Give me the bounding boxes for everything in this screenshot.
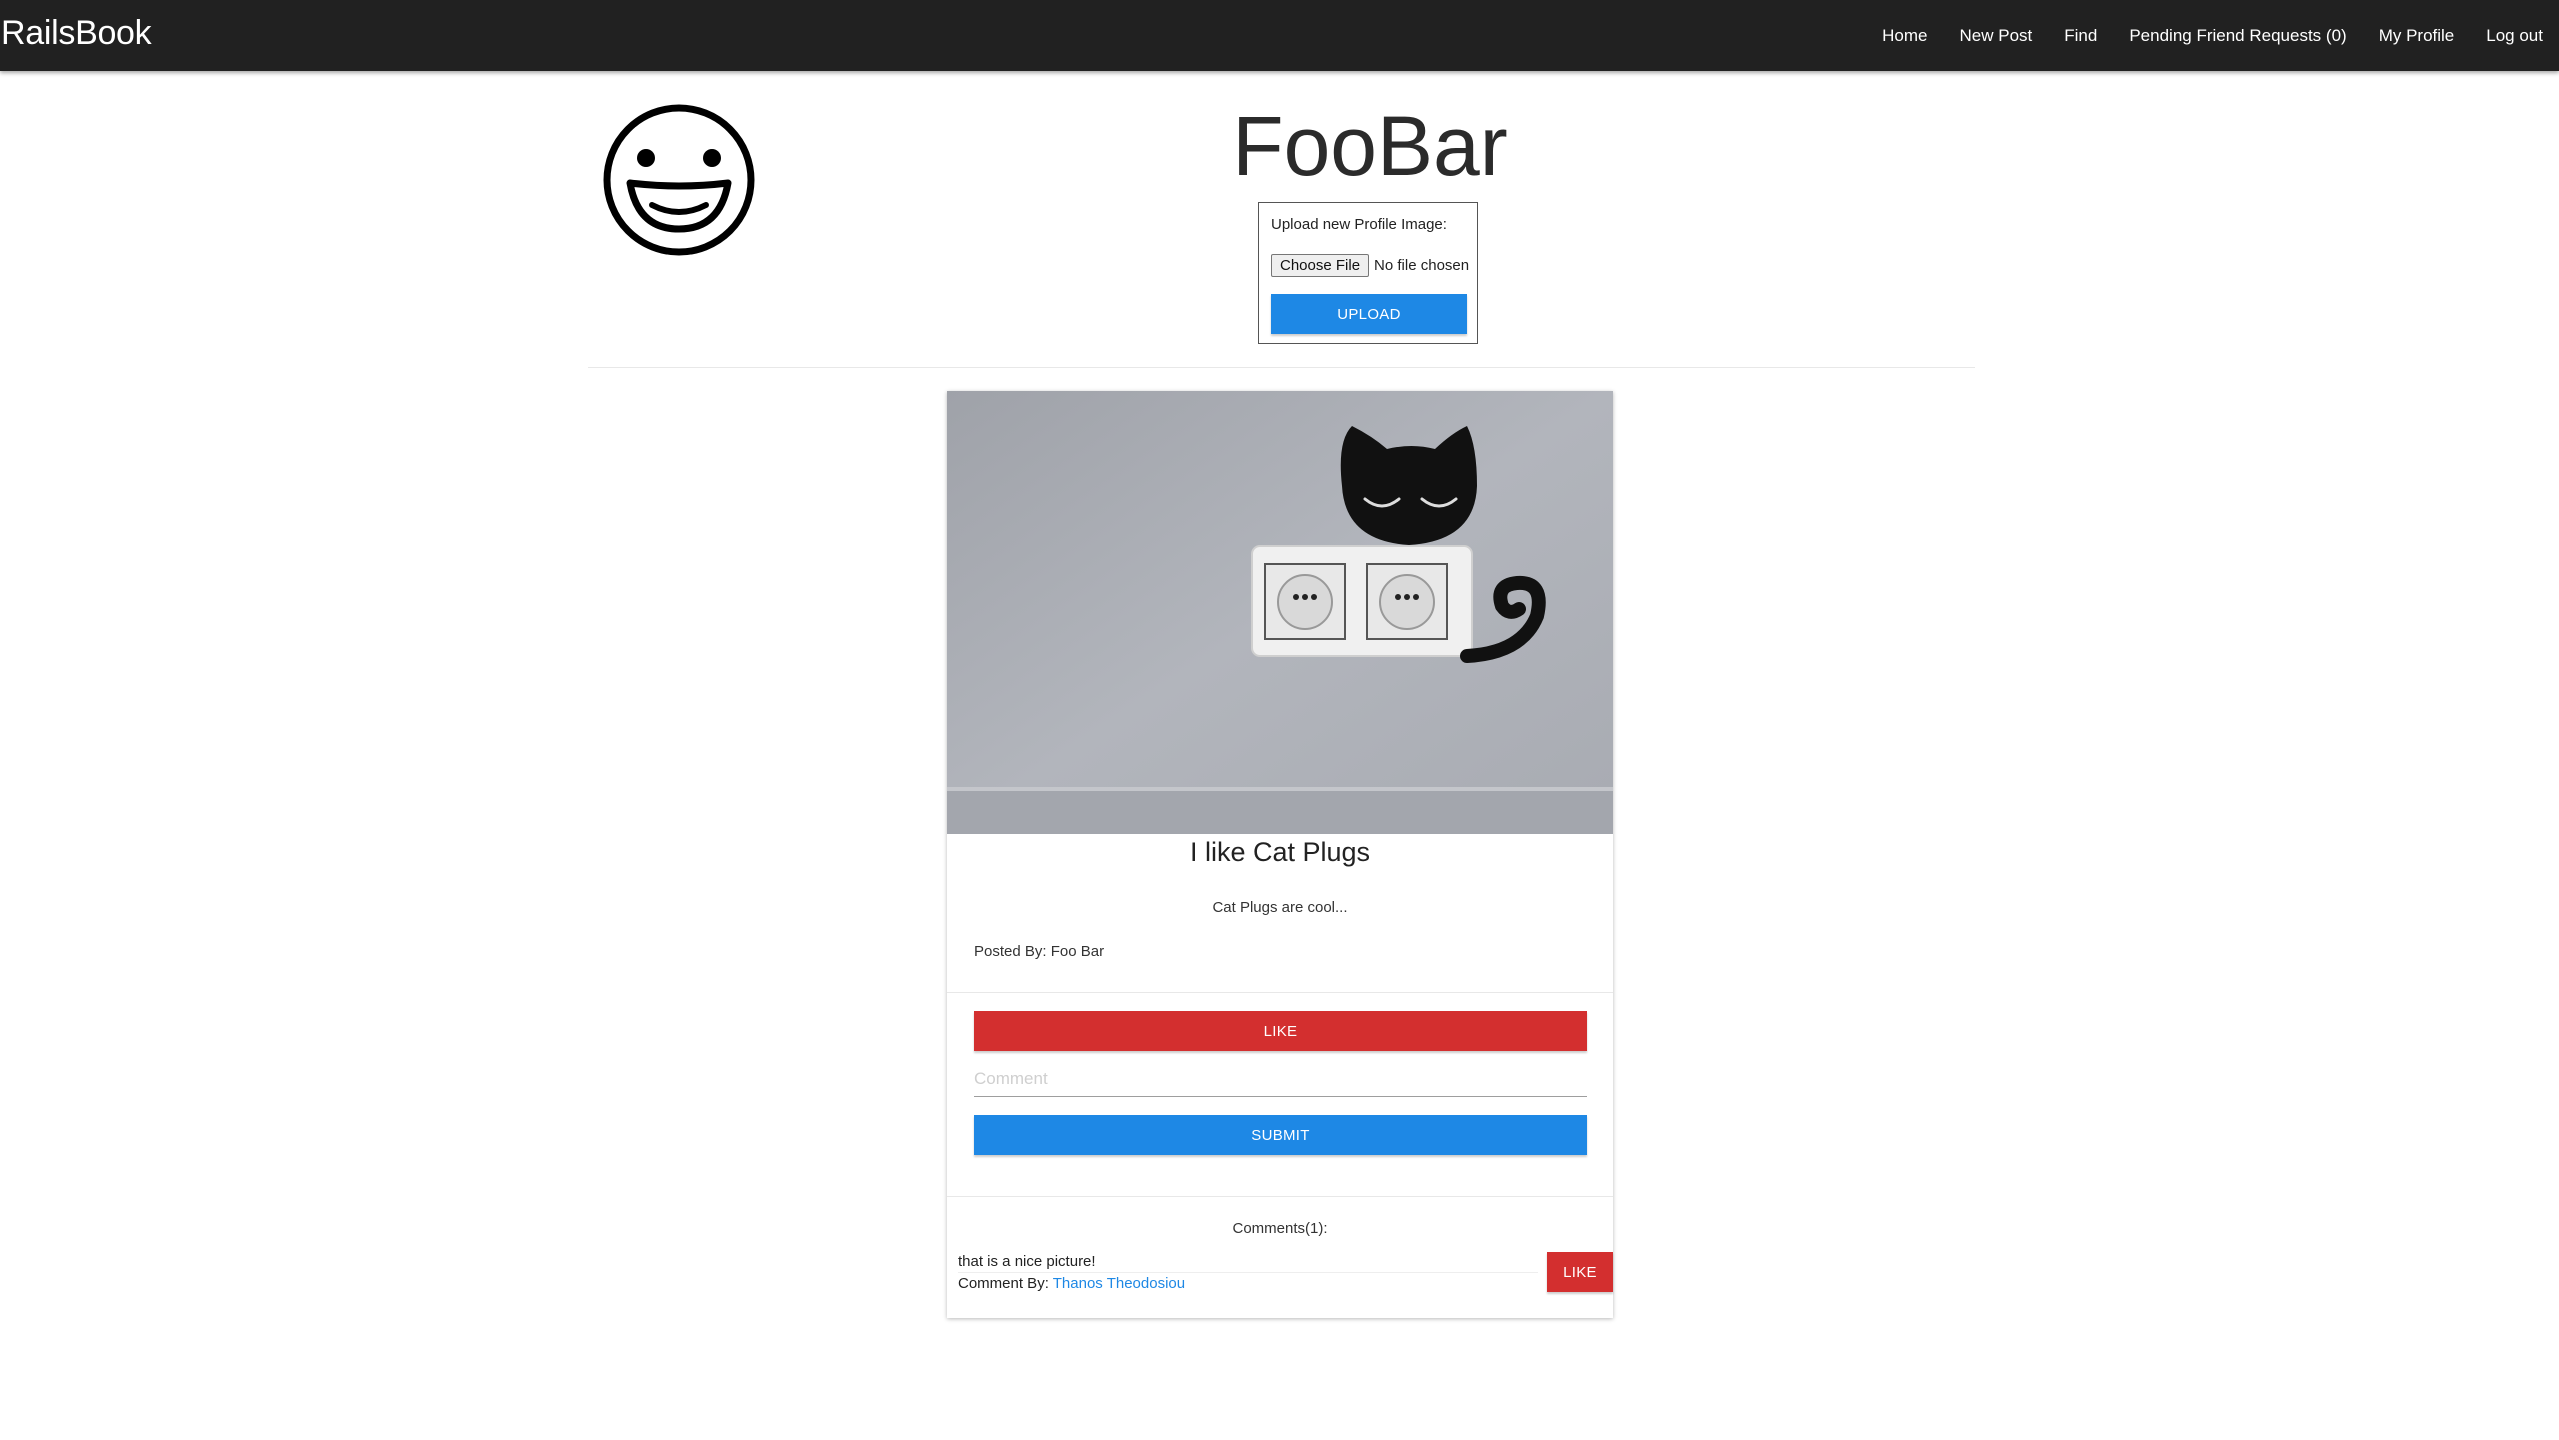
post-body: Cat Plugs are cool... xyxy=(1212,899,1348,916)
post-author: Posted By: Foo Bar xyxy=(974,943,1105,960)
comment-author-link[interactable]: Thanos Theodosiou xyxy=(1053,1275,1185,1292)
post-like-button[interactable]: LIKE xyxy=(974,1011,1587,1051)
nav-home-link[interactable]: Home xyxy=(1866,26,1943,46)
cat-plug-photo xyxy=(947,391,1613,834)
nav-logout-link[interactable]: Log out xyxy=(2470,26,2559,46)
submit-comment-button[interactable]: SUBMIT xyxy=(974,1115,1587,1155)
profile-image-upload-form: Upload new Profile Image: Choose File No… xyxy=(1258,202,1478,344)
card-divider xyxy=(947,992,1613,993)
nav-friend-requests-link[interactable]: Pending Friend Requests (0) xyxy=(2113,26,2362,46)
brand-logo[interactable]: RailsBook xyxy=(1,14,152,53)
section-divider xyxy=(588,367,1975,368)
file-status-text: No file chosen xyxy=(1374,257,1470,274)
smiley-face-icon xyxy=(603,104,755,256)
comment-text: that is a nice picture! xyxy=(958,1253,1096,1270)
comment-divider xyxy=(958,1272,1538,1273)
top-navbar: RailsBook Home New Post Find Pending Fri… xyxy=(0,0,2559,71)
post-title: I like Cat Plugs xyxy=(1189,837,1371,867)
nav-new-post-link[interactable]: New Post xyxy=(1944,26,2049,46)
nav-links: Home New Post Find Pending Friend Reques… xyxy=(1866,0,2559,71)
post-card: I like Cat Plugs Cat Plugs are cool... P… xyxy=(947,391,1613,1318)
choose-file-button[interactable]: Choose File xyxy=(1271,254,1370,277)
comment-by-label: Comment By: xyxy=(958,1275,1053,1292)
file-input: Choose File No file chosen xyxy=(1271,254,1469,277)
upload-label: Upload new Profile Image: xyxy=(1271,216,1447,233)
nav-find-link[interactable]: Find xyxy=(2048,26,2113,46)
card-divider xyxy=(947,1196,1613,1197)
comment-input[interactable] xyxy=(974,1061,1587,1097)
nav-my-profile-link[interactable]: My Profile xyxy=(2363,26,2471,46)
comment-author-line: Comment By: Thanos Theodosiou xyxy=(958,1275,1185,1292)
comment-like-button[interactable]: LIKE xyxy=(1547,1252,1613,1292)
upload-button[interactable]: UPLOAD xyxy=(1271,294,1467,334)
profile-name: FooBar xyxy=(1232,99,1508,193)
comments-heading: Comments(1): xyxy=(1232,1220,1328,1237)
